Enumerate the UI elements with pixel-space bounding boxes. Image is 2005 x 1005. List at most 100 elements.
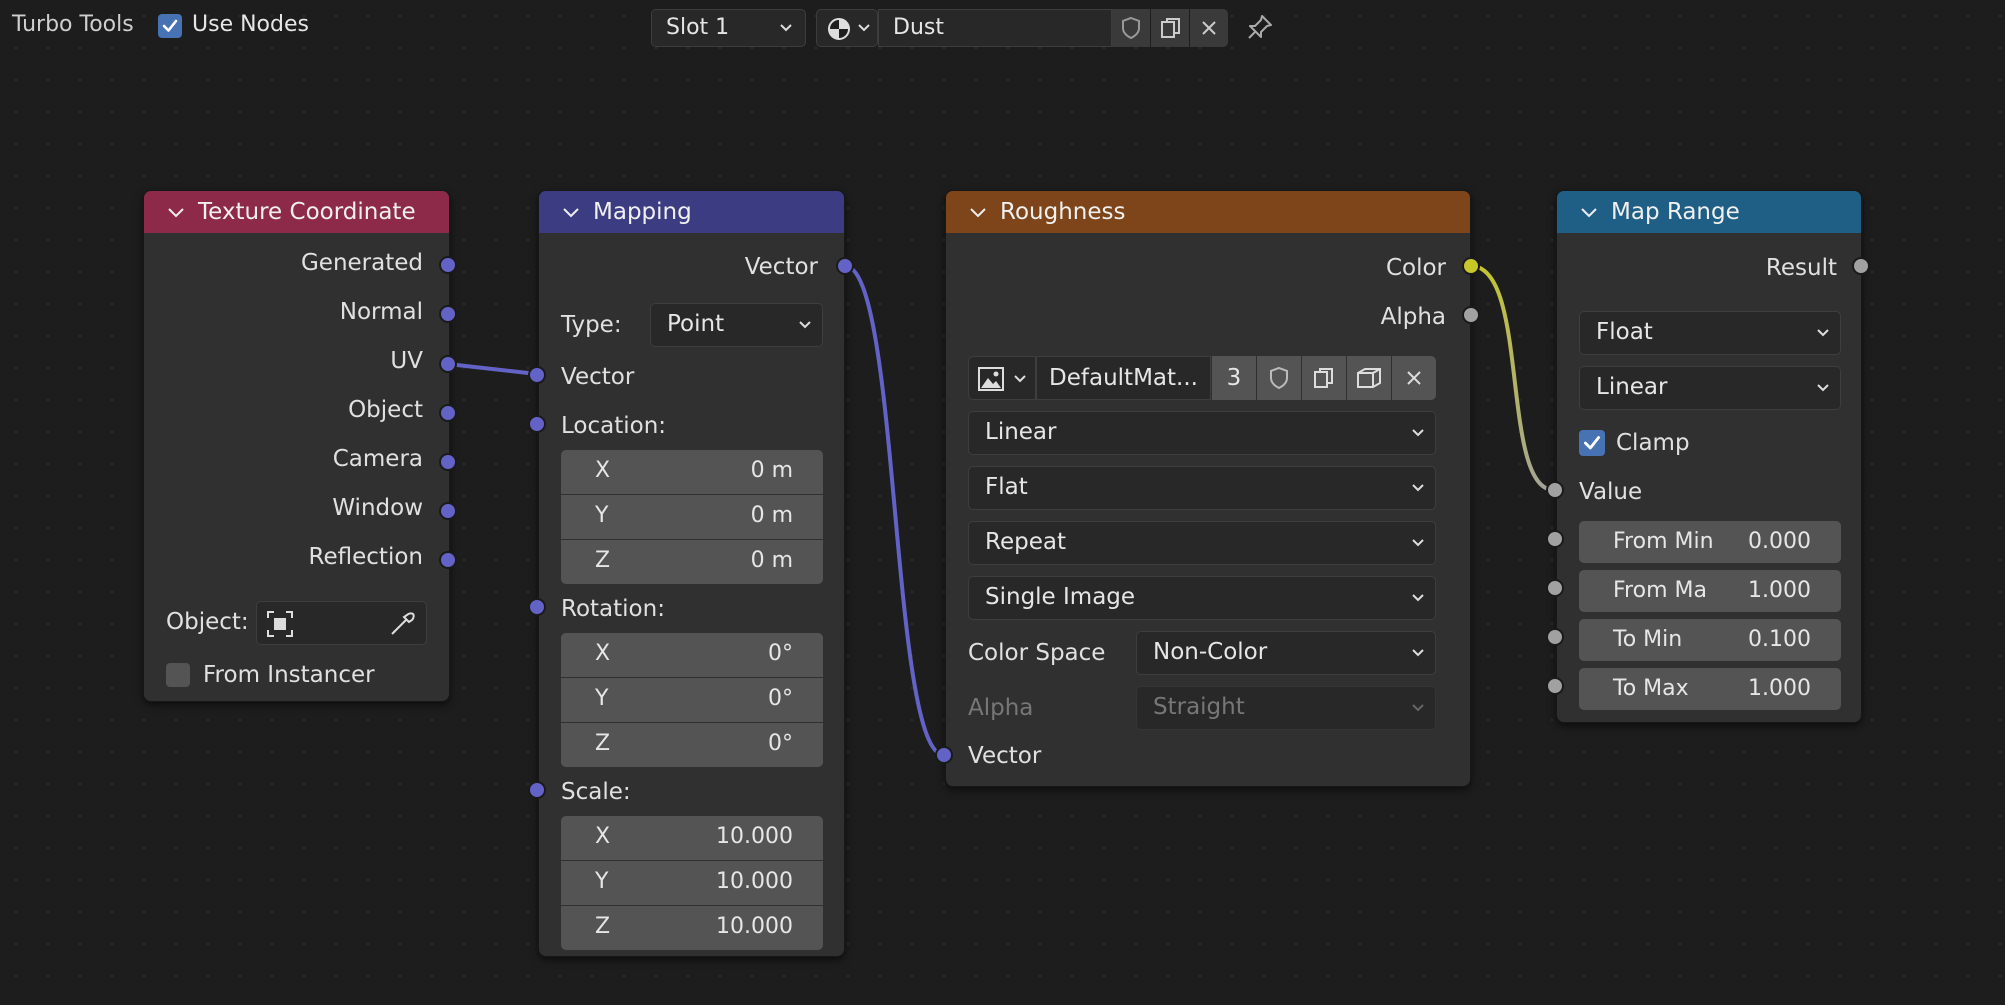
rotation-z-field[interactable]: Z 0° xyxy=(561,723,823,767)
socket-from-min-in[interactable] xyxy=(1546,530,1564,548)
chevron-down-icon xyxy=(1014,375,1026,383)
map-range-node[interactable]: Map Range Result Float Linear Clamp Valu… xyxy=(1556,190,1862,723)
rotation-label: Rotation: xyxy=(561,596,665,622)
checkmark-icon xyxy=(1583,436,1601,450)
scale-y-field[interactable]: Y 10.000 xyxy=(561,861,823,905)
location-z-field[interactable]: Z 0 m xyxy=(561,540,823,584)
from-min-field[interactable]: From Min 0.000 xyxy=(1579,521,1841,563)
socket-scale-in[interactable] xyxy=(528,781,546,799)
socket-generated[interactable] xyxy=(439,256,457,274)
location-x-field[interactable]: X 0 m xyxy=(561,450,823,494)
node-header[interactable]: Texture Coordinate xyxy=(144,191,449,233)
socket-uv[interactable] xyxy=(439,355,457,373)
socket-vector-in[interactable] xyxy=(528,366,546,384)
socket-camera[interactable] xyxy=(439,453,457,471)
node-header[interactable]: Mapping xyxy=(539,191,844,233)
scale-x-field[interactable]: X 10.000 xyxy=(561,816,823,860)
node-title: Map Range xyxy=(1611,199,1740,225)
interpolation-dropdown[interactable]: Linear xyxy=(1579,366,1841,410)
socket-result-out[interactable] xyxy=(1852,257,1870,275)
field-value: 0° xyxy=(768,686,793,711)
image-icon xyxy=(978,367,1004,391)
rotation-y-field[interactable]: Y 0° xyxy=(561,678,823,722)
collapse-chevron-icon[interactable] xyxy=(968,191,988,233)
from-instancer-checkbox[interactable] xyxy=(166,663,190,687)
duplicate-image-button[interactable] xyxy=(1302,356,1346,400)
socket-reflection[interactable] xyxy=(439,551,457,569)
collapse-chevron-icon[interactable] xyxy=(561,191,581,233)
fake-user-button[interactable] xyxy=(1257,356,1301,400)
chevron-down-icon xyxy=(799,321,811,329)
socket-to-min-in[interactable] xyxy=(1546,628,1564,646)
to-min-field[interactable]: To Min 0.100 xyxy=(1579,619,1841,661)
socket-rotation-in[interactable] xyxy=(528,598,546,616)
socket-color-out[interactable] xyxy=(1462,257,1480,275)
location-y-field[interactable]: Y 0 m xyxy=(561,495,823,539)
socket-normal[interactable] xyxy=(439,305,457,323)
output-color: Color xyxy=(1385,255,1446,281)
collapse-chevron-icon[interactable] xyxy=(166,191,186,233)
object-picker-field[interactable] xyxy=(256,601,427,645)
socket-vector-out[interactable] xyxy=(836,257,854,275)
socket-value-in[interactable] xyxy=(1546,481,1564,499)
value-input-label: Value xyxy=(1579,479,1643,505)
alpha-mode-value: Straight xyxy=(1153,694,1245,720)
field-value: 0.100 xyxy=(1748,627,1811,652)
interpolation-dropdown[interactable]: Linear xyxy=(968,411,1436,455)
node-header[interactable]: Roughness xyxy=(946,191,1470,233)
from-max-field[interactable]: From Ma 1.000 xyxy=(1579,570,1841,612)
image-name: DefaultMat... xyxy=(1049,365,1198,391)
socket-object[interactable] xyxy=(439,404,457,422)
projection-dropdown[interactable]: Flat xyxy=(968,466,1436,510)
mapping-node[interactable]: Mapping Vector Type: Point Vector Locati… xyxy=(538,190,845,957)
texture-coordinate-node[interactable]: Texture Coordinate Generated Normal UV O… xyxy=(143,190,450,702)
socket-window[interactable] xyxy=(439,502,457,520)
link-color-to-value xyxy=(1470,264,1555,492)
socket-from-max-in[interactable] xyxy=(1546,579,1564,597)
chevron-down-icon xyxy=(1412,539,1424,547)
rotation-x-field[interactable]: X 0° xyxy=(561,633,823,677)
field-value: 0 m xyxy=(750,458,793,483)
socket-vector-in[interactable] xyxy=(935,746,953,764)
eyedropper-icon[interactable] xyxy=(388,608,418,638)
color-space-dropdown[interactable]: Non-Color xyxy=(1136,631,1436,675)
axis-label: Y xyxy=(595,503,609,528)
user-count-button[interactable]: 3 xyxy=(1212,356,1256,400)
color-space-value: Non-Color xyxy=(1153,639,1268,665)
output-result: Result xyxy=(1765,255,1837,281)
node-title: Roughness xyxy=(1000,199,1126,225)
field-label: To Min xyxy=(1613,627,1683,652)
axis-label: Y xyxy=(595,686,609,711)
socket-to-max-in[interactable] xyxy=(1546,677,1564,695)
to-max-field[interactable]: To Max 1.000 xyxy=(1579,668,1841,710)
chevron-down-icon xyxy=(1412,484,1424,492)
type-dropdown[interactable]: Point xyxy=(650,303,823,347)
type-value: Point xyxy=(667,311,725,337)
alpha-mode-label: Alpha xyxy=(968,695,1034,721)
image-browse-button[interactable] xyxy=(968,356,1036,400)
folder-icon xyxy=(1357,368,1381,388)
vector-input-label: Vector xyxy=(968,743,1042,769)
user-count: 3 xyxy=(1226,365,1242,391)
socket-location-in[interactable] xyxy=(528,415,546,433)
location-label: Location: xyxy=(561,413,667,439)
collapse-chevron-icon[interactable] xyxy=(1579,191,1599,233)
image-name-field[interactable]: DefaultMat... xyxy=(1036,356,1211,400)
axis-label: Y xyxy=(595,869,609,894)
data-type-dropdown[interactable]: Float xyxy=(1579,311,1841,355)
scale-z-field[interactable]: Z 10.000 xyxy=(561,906,823,950)
chevron-down-icon xyxy=(1817,329,1829,337)
open-image-button[interactable] xyxy=(1347,356,1391,400)
node-title: Texture Coordinate xyxy=(198,199,416,225)
interpolation-value: Linear xyxy=(1596,374,1668,400)
node-header[interactable]: Map Range xyxy=(1557,191,1861,233)
source-dropdown[interactable]: Single Image xyxy=(968,576,1436,620)
clamp-checkbox[interactable] xyxy=(1579,430,1605,456)
from-instancer-label: From Instancer xyxy=(203,662,375,688)
unlink-image-button[interactable] xyxy=(1392,356,1436,400)
socket-alpha-out[interactable] xyxy=(1462,306,1480,324)
field-value: 1.000 xyxy=(1748,676,1811,701)
roughness-image-texture-node[interactable]: Roughness Color Alpha DefaultMat... 3 Li… xyxy=(945,190,1471,787)
extension-dropdown[interactable]: Repeat xyxy=(968,521,1436,565)
color-space-label: Color Space xyxy=(968,640,1106,666)
